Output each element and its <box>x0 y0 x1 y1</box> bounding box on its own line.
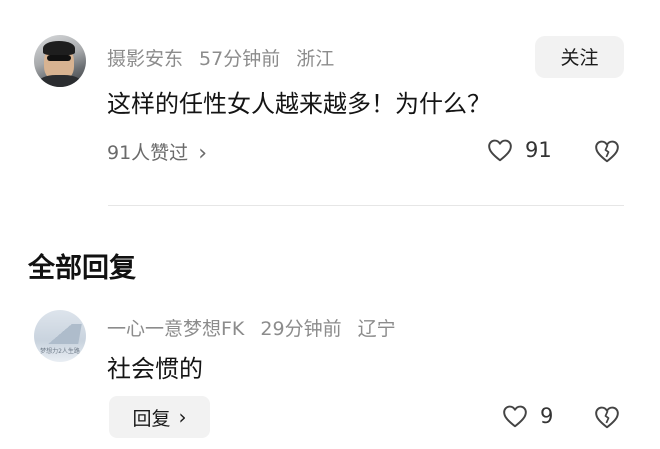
avatar-glasses <box>47 55 71 61</box>
broken-heart-icon <box>595 140 619 163</box>
heart-outline-icon <box>488 139 512 162</box>
avatar-hair <box>43 41 75 55</box>
reply-button-label: 回复 <box>132 407 171 430</box>
broken-heart-icon <box>595 406 619 429</box>
reply-button[interactable]: 回复 › <box>109 396 210 438</box>
reply-text: 社会惯的 <box>107 355 203 383</box>
all-replies-title: 全部回复 <box>28 253 136 284</box>
reply-meta: 一心一意梦想FK 29分钟前 辽宁 <box>107 314 412 341</box>
avatar-mountain-image <box>38 324 82 344</box>
post-text: 这样的任性女人越来越多！为什么？ <box>107 90 491 118</box>
post-like-count: 91 <box>525 138 552 162</box>
avatar-caption: 梦想力2人生路 <box>40 348 80 355</box>
reply-author-avatar[interactable]: 梦想力2人生路 <box>34 310 86 362</box>
reply-time: 29分钟前 <box>260 318 342 340</box>
heart-outline-icon <box>503 405 527 428</box>
post-location: 浙江 <box>296 48 335 70</box>
liked-by-label: 91人赞过 <box>107 142 189 164</box>
chevron-right-icon: › <box>178 405 187 429</box>
avatar-shirt <box>38 75 82 87</box>
follow-button[interactable]: 关注 <box>535 36 624 78</box>
reply-like-button[interactable]: 9 <box>502 404 553 428</box>
author-avatar[interactable] <box>34 35 86 87</box>
reply-dislike-button[interactable] <box>594 405 620 429</box>
reply-like-count: 9 <box>540 404 554 428</box>
post-dislike-button[interactable] <box>594 139 620 163</box>
post-like-button[interactable]: 91 <box>487 138 552 162</box>
liked-by-link[interactable]: 91人赞过 › <box>107 138 207 166</box>
post-meta: 摄影安东 57分钟前 浙江 <box>107 44 350 71</box>
reply-author-name[interactable]: 一心一意梦想FK <box>107 318 244 340</box>
chevron-right-icon: › <box>198 141 207 166</box>
post-time: 57分钟前 <box>199 48 281 70</box>
comment-divider <box>108 205 624 206</box>
reply-location: 辽宁 <box>357 318 396 340</box>
post-author-name[interactable]: 摄影安东 <box>107 48 183 70</box>
